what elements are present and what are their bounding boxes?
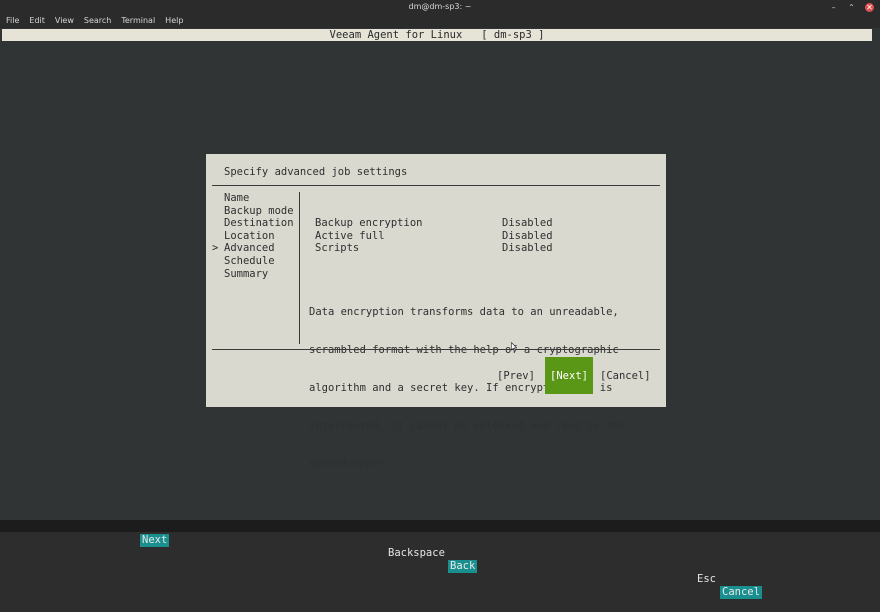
setting-label-scripts[interactable]: Scripts	[315, 242, 359, 254]
step-destination: Destination	[224, 217, 294, 230]
active-step-marker: >	[212, 242, 219, 255]
menu-bar: File Edit View Search Terminal Help	[0, 14, 880, 28]
setting-description: Data encryption transforms data to an un…	[309, 281, 649, 495]
hint-action-back[interactable]: Back	[448, 560, 478, 573]
description-line: Data encryption transforms data to an un…	[309, 306, 619, 319]
menu-search[interactable]: Search	[79, 14, 116, 28]
step-summary: Summary	[224, 267, 269, 280]
minimize-icon[interactable]: –	[829, 3, 838, 12]
step-advanced: Advanced	[224, 242, 275, 255]
setting-value-active-full: Disabled	[502, 229, 553, 242]
step-name: Name	[224, 192, 250, 204]
close-icon[interactable]: ✕	[865, 2, 874, 12]
bottom-edge	[0, 520, 880, 532]
advanced-settings-dialog: Specify advanced job settings Name Backu…	[206, 154, 666, 469]
setting-label-backup-encryption[interactable]: Backup encryption	[315, 217, 422, 229]
description-line: intercepted, it cannot be unlocked and r…	[309, 419, 626, 432]
next-button[interactable]: [Next]	[545, 357, 593, 394]
window-controls: – ⌃ ✕	[829, 0, 874, 14]
step-schedule: Schedule	[224, 255, 275, 267]
hint-action-cancel[interactable]: Cancel	[720, 586, 762, 599]
menu-edit[interactable]: Edit	[24, 14, 50, 28]
menu-terminal[interactable]: Terminal	[116, 14, 160, 28]
dialog-top-divider	[212, 185, 660, 186]
setting-value-scripts: Disabled	[502, 242, 553, 255]
description-line: algorithm and a secret key. If encrypted…	[309, 381, 613, 394]
mouse-cursor-icon	[511, 342, 517, 352]
dialog-bottom-divider	[212, 349, 660, 350]
dialog-title: Specify advanced job settings	[224, 166, 408, 178]
menu-view[interactable]: View	[50, 14, 79, 28]
next-button-label: [Next]	[550, 369, 588, 382]
description-line: eavesdropper.	[309, 457, 392, 470]
step-backup-mode: Backup mode	[224, 204, 294, 217]
menu-file[interactable]: File	[0, 14, 24, 28]
hint-key-backspace: Backspace	[388, 547, 445, 559]
setting-label-active-full[interactable]: Active full	[315, 230, 385, 242]
steps-divider	[299, 192, 300, 344]
prev-button[interactable]: [Prev]	[497, 370, 535, 382]
setting-value-backup-encryption: Disabled	[502, 217, 553, 229]
window-title: dm@dm-sp3: ~	[408, 2, 472, 11]
step-location: Location	[224, 229, 275, 242]
menu-help[interactable]: Help	[160, 14, 188, 28]
cancel-button[interactable]: [Cancel]	[600, 370, 651, 382]
hint-action-next[interactable]: Next	[140, 534, 170, 547]
hint-key-esc: Esc	[697, 573, 716, 585]
description-line: scrambled format with the help of a cryp…	[309, 344, 649, 357]
terminal-area[interactable]: Veeam Agent for Linux [ dm-sp3 ] Specify…	[0, 28, 880, 599]
maximize-icon[interactable]: ⌃	[847, 3, 856, 12]
window-titlebar: dm@dm-sp3: ~ – ⌃ ✕	[0, 0, 880, 14]
app-header: Veeam Agent for Linux [ dm-sp3 ]	[2, 29, 872, 41]
